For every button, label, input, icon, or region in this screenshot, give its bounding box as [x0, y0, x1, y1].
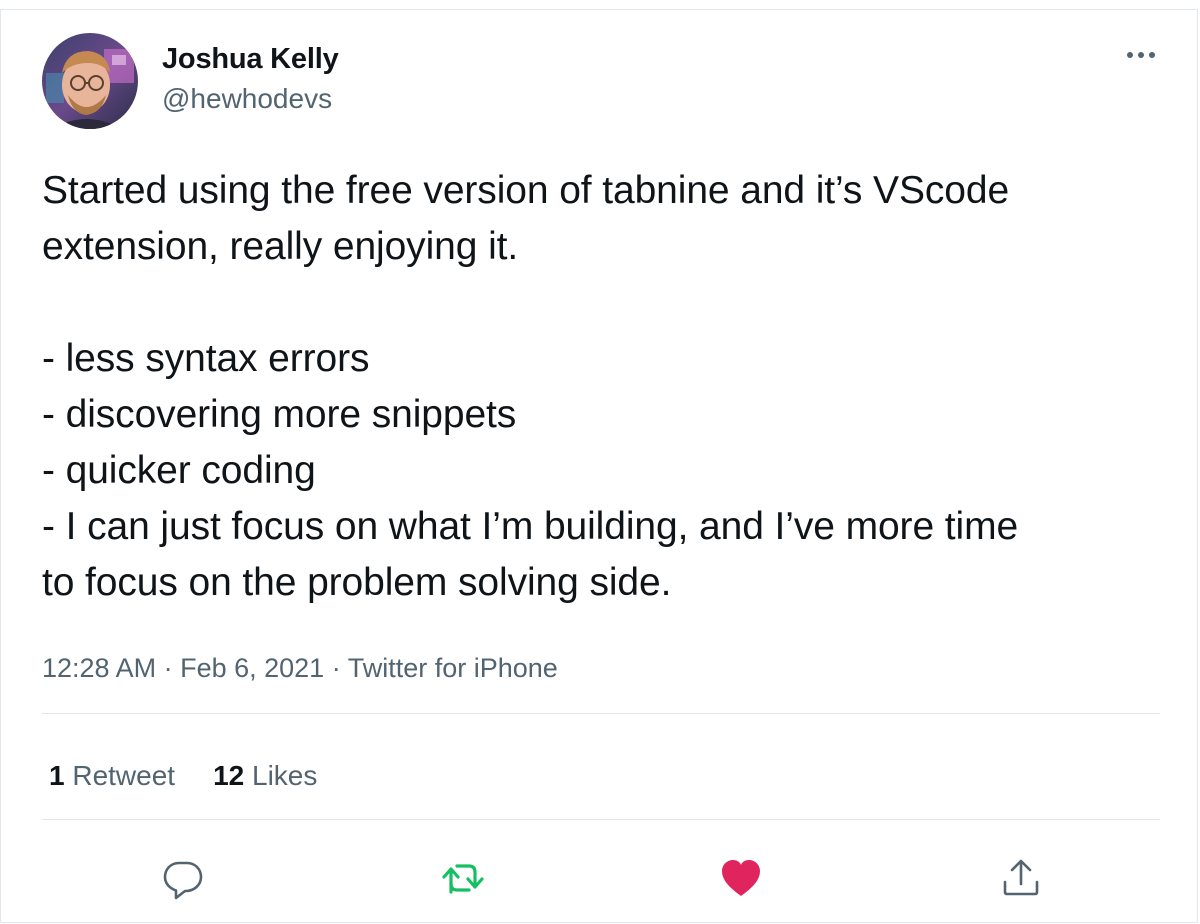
likes-stat[interactable]: 12 Likes — [213, 760, 317, 792]
tweet-line: - discovering more snippets — [42, 393, 517, 436]
divider — [42, 713, 1160, 714]
meta-separator: · — [324, 653, 348, 683]
avatar[interactable] — [42, 33, 138, 129]
tweet-card: Joshua Kelly @hewhodevs Started using th… — [0, 9, 1198, 923]
divider — [42, 819, 1160, 820]
tweet-line: - quicker coding — [42, 449, 316, 492]
share-icon[interactable] — [999, 856, 1043, 900]
tweet-line: to focus on the problem solving side. — [42, 561, 672, 604]
tweet-line: - I can just focus on what I’m building,… — [42, 505, 1019, 548]
retweets-count: 1 — [49, 760, 65, 791]
retweet-icon[interactable] — [441, 856, 485, 900]
tweet-source-link[interactable]: Twitter for iPhone — [348, 653, 558, 683]
tweet-stats: 1 Retweet 12 Likes — [49, 760, 317, 792]
author-handle[interactable]: @hewhodevs — [162, 83, 332, 115]
retweets-label: Retweet — [72, 760, 176, 791]
tweet-date-link[interactable]: Feb 6, 2021 — [180, 653, 324, 683]
author-display-name[interactable]: Joshua Kelly — [162, 43, 339, 76]
heart-icon[interactable] — [719, 856, 763, 900]
tweet-line: - less syntax errors — [42, 337, 370, 380]
tweet-line: extension, really enjoying it. — [42, 225, 519, 268]
tweet-time-link[interactable]: 12:28 AM — [42, 653, 156, 683]
likes-count: 12 — [213, 760, 245, 791]
tweet-meta: 12:28 AM · Feb 6, 2021 · Twitter for iPh… — [42, 653, 558, 684]
tweet-line: Started using the free version of tabnin… — [42, 169, 1010, 212]
meta-separator: · — [156, 653, 181, 683]
tweet-text: Started using the free version of tabnin… — [42, 163, 1182, 611]
retweets-stat[interactable]: 1 Retweet — [49, 760, 175, 792]
reply-icon[interactable] — [161, 856, 205, 900]
likes-label: Likes — [252, 760, 318, 791]
more-dots-icon[interactable] — [1119, 40, 1163, 70]
